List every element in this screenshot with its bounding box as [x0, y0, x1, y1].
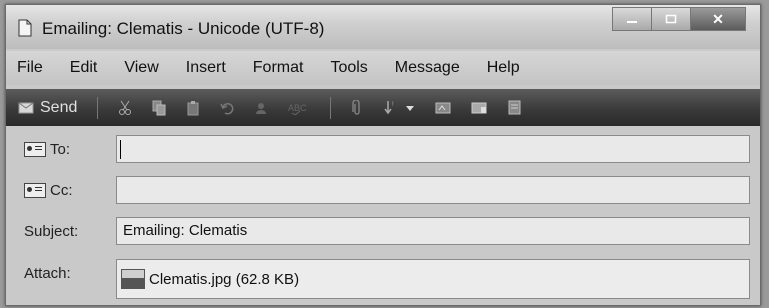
priority-button[interactable]: !	[383, 96, 415, 120]
sign-button[interactable]	[435, 96, 451, 120]
address-book-icon	[24, 142, 46, 157]
encrypt-button[interactable]	[471, 96, 487, 120]
to-label-button[interactable]: To:	[24, 141, 70, 158]
priority-icon: !	[384, 100, 394, 114]
menu-tools[interactable]: Tools	[330, 59, 367, 77]
cc-label-button[interactable]: Cc:	[24, 182, 73, 199]
menu-bar: File Edit View Insert Format Tools Messa…	[6, 51, 760, 85]
cc-field[interactable]	[116, 176, 750, 204]
minimize-icon	[627, 21, 637, 23]
attach-row: Attach: Clematis.jpg (62.8 KB)	[16, 259, 750, 299]
minimize-button[interactable]	[612, 7, 652, 31]
send-button[interactable]: Send	[18, 96, 77, 120]
subject-row: Subject: Emailing: Clematis	[16, 217, 750, 247]
document-icon	[18, 19, 32, 37]
menu-insert[interactable]: Insert	[186, 59, 226, 77]
to-field[interactable]	[116, 135, 750, 163]
copy-button[interactable]	[152, 96, 166, 120]
undo-icon	[220, 102, 234, 114]
window-controls: ✕	[612, 7, 746, 31]
menu-edit[interactable]: Edit	[70, 59, 98, 77]
attachment-item[interactable]: Clematis.jpg (62.8 KB)	[149, 271, 299, 288]
cut-icon	[119, 100, 132, 115]
priority-dropdown-icon[interactable]	[405, 104, 415, 112]
undo-button[interactable]	[220, 96, 234, 120]
spelling-icon: ABC	[288, 103, 307, 115]
text-cursor	[120, 140, 121, 159]
subject-label: Subject:	[24, 223, 79, 240]
window-title: Emailing: Clematis - Unicode (UTF-8)	[42, 19, 325, 38]
toolbar: Send ABC !	[6, 89, 760, 126]
maximize-icon	[665, 14, 677, 24]
menu-file[interactable]: File	[17, 59, 43, 77]
attach-button[interactable]	[351, 96, 363, 120]
offline-icon	[508, 100, 521, 114]
address-book-icon	[24, 183, 46, 198]
svg-text:!: !	[392, 102, 394, 108]
menu-message[interactable]: Message	[395, 59, 460, 77]
close-button[interactable]: ✕	[691, 7, 746, 31]
offline-button[interactable]	[507, 96, 523, 120]
paste-icon	[187, 100, 199, 115]
encrypt-icon	[471, 102, 487, 113]
menu-help[interactable]: Help	[487, 59, 520, 77]
menu-view[interactable]: View	[124, 59, 158, 77]
send-label: Send	[40, 98, 78, 116]
close-icon: ✕	[712, 10, 724, 27]
to-label: To:	[50, 141, 71, 158]
menu-format[interactable]: Format	[253, 59, 304, 77]
subject-field[interactable]: Emailing: Clematis	[116, 217, 750, 245]
attach-icon	[352, 99, 361, 115]
title-bar[interactable]: Emailing: Clematis - Unicode (UTF-8) ✕	[6, 5, 760, 49]
maximize-button[interactable]	[652, 7, 691, 31]
attachment-list[interactable]: Clematis.jpg (62.8 KB)	[116, 259, 750, 299]
attach-label: Attach:	[24, 265, 71, 282]
cut-button[interactable]	[118, 96, 132, 120]
check-names-button[interactable]	[254, 96, 268, 120]
cc-row: Cc:	[16, 176, 750, 206]
toolbar-separator	[97, 96, 99, 119]
spelling-button[interactable]: ABC	[288, 96, 310, 120]
copy-icon	[152, 100, 166, 115]
paste-button[interactable]	[186, 96, 200, 120]
check-names-icon	[256, 102, 267, 114]
to-row: To:	[16, 135, 750, 165]
send-icon	[18, 102, 34, 113]
sign-icon	[435, 102, 451, 113]
image-file-icon	[121, 269, 145, 289]
compose-window: Emailing: Clematis - Unicode (UTF-8) ✕ F…	[5, 4, 761, 306]
cc-label: Cc:	[50, 182, 73, 199]
toolbar-separator	[330, 96, 332, 119]
svg-text:ABC: ABC	[288, 103, 307, 113]
